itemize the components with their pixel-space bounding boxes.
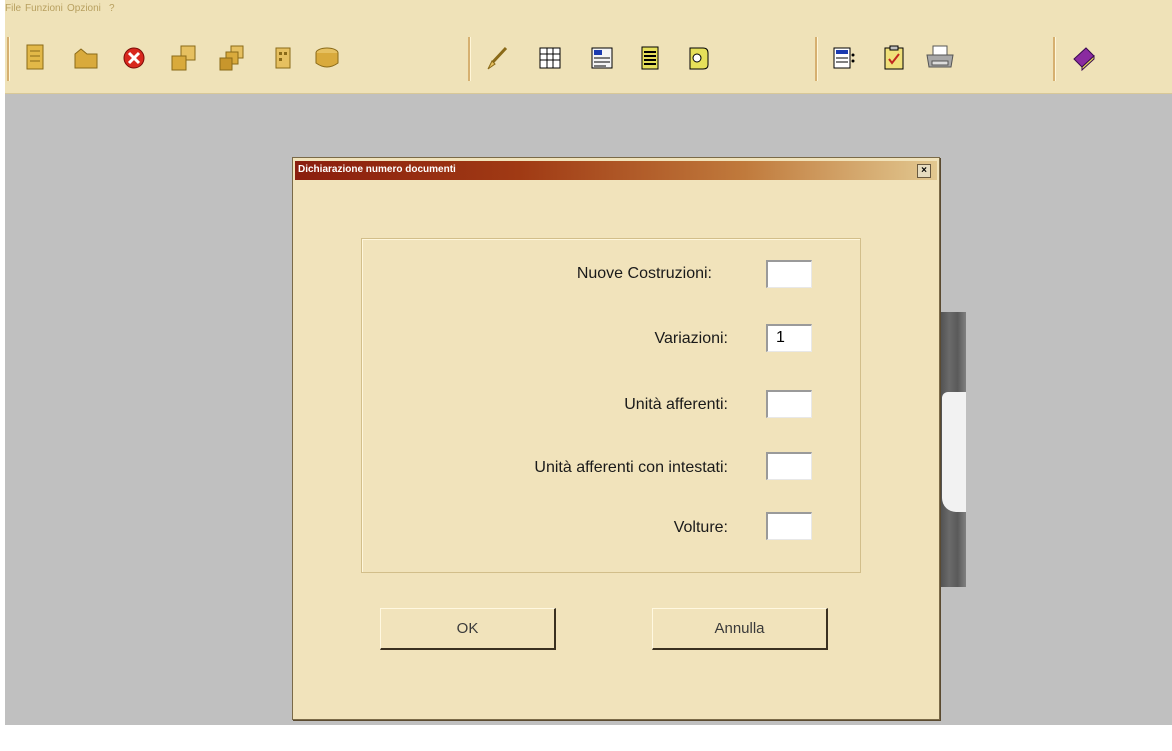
fields-group: Nuove Costruzioni: Variazioni: 1 Unità a… xyxy=(361,238,861,573)
dialog-title: Dichiarazione numero documenti xyxy=(298,164,456,175)
bottom-strip xyxy=(0,725,1172,751)
delete-icon[interactable] xyxy=(117,41,151,75)
printer-icon[interactable] xyxy=(923,41,957,75)
checklist-icon[interactable] xyxy=(877,41,911,75)
variazioni-field[interactable]: 1 xyxy=(766,324,812,352)
nuove-costruzioni-field[interactable] xyxy=(766,260,812,288)
dialog-titlebar[interactable]: Dichiarazione numero documenti × xyxy=(295,161,937,180)
menu-file[interactable]: File xyxy=(5,3,21,14)
menu-help[interactable]: ? xyxy=(109,3,115,14)
label-unita-afferenti-intestati: Unità afferenti con intestati: xyxy=(534,459,728,476)
label-volture: Volture: xyxy=(673,519,728,536)
background-image-fragment xyxy=(938,312,966,587)
dialog-dichiarazione: Dichiarazione numero documenti × Nuove C… xyxy=(292,157,940,720)
label-unita-afferenti: Unità afferenti: xyxy=(624,396,728,413)
close-button[interactable]: × xyxy=(917,164,931,178)
building-icon[interactable] xyxy=(265,41,299,75)
unita-afferenti-field[interactable] xyxy=(766,390,812,418)
label-nuove-costruzioni: Nuove Costruzioni: xyxy=(576,265,712,282)
table-icon[interactable] xyxy=(827,41,861,75)
background-image-highlight xyxy=(942,392,966,512)
annulla-button[interactable]: Annulla xyxy=(652,608,828,650)
menu-bar: File Funzioni Opzioni ? xyxy=(5,0,1172,27)
ok-button[interactable]: OK xyxy=(380,608,556,650)
help-book-icon[interactable] xyxy=(1067,41,1101,75)
multi-copy-icon[interactable] xyxy=(215,41,249,75)
new-document-icon[interactable] xyxy=(19,41,53,75)
label-variazioni: Variazioni: xyxy=(654,330,728,347)
toolbar-separator xyxy=(815,37,818,81)
toolbar xyxy=(5,27,1172,94)
toolbar-separator xyxy=(1053,37,1056,81)
menu-funzioni[interactable]: Funzioni xyxy=(25,3,63,14)
toolbar-separator xyxy=(7,37,10,81)
brush-icon[interactable] xyxy=(480,41,514,75)
toolbar-separator xyxy=(468,37,471,81)
stack-icon[interactable] xyxy=(310,41,344,75)
list-icon[interactable] xyxy=(633,41,667,75)
menu-opzioni[interactable]: Opzioni xyxy=(67,3,101,14)
unita-afferenti-intestati-field[interactable] xyxy=(766,452,812,480)
wizard-icon[interactable] xyxy=(681,41,715,75)
form-icon[interactable] xyxy=(585,41,619,75)
folder-icon[interactable] xyxy=(69,41,103,75)
volture-field[interactable] xyxy=(766,512,812,540)
copy-icon[interactable] xyxy=(167,41,201,75)
grid-icon[interactable] xyxy=(533,41,567,75)
